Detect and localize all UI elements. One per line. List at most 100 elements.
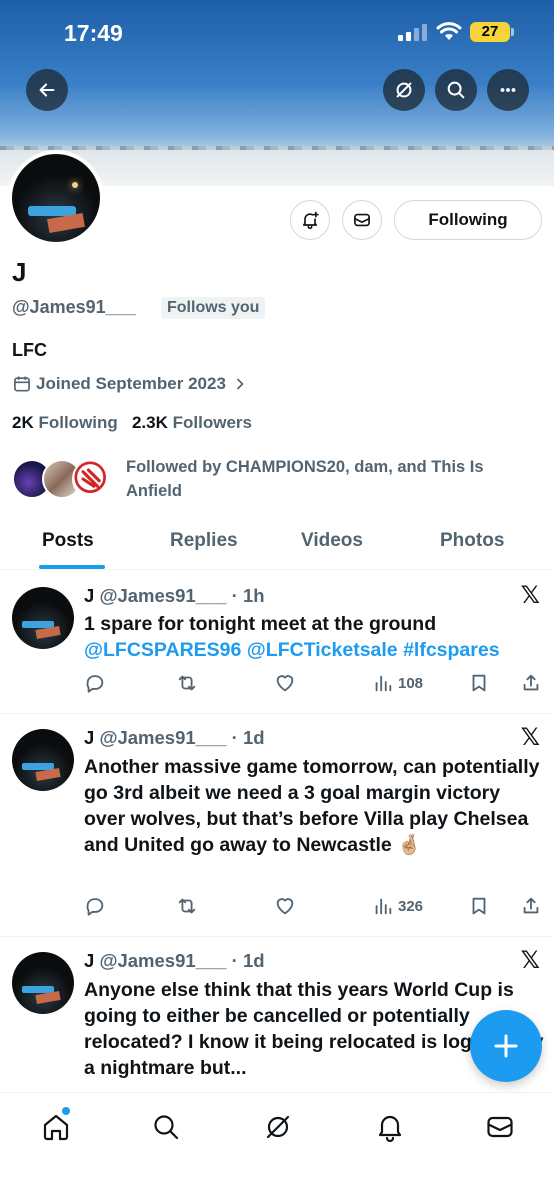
back-button[interactable] (26, 69, 68, 111)
envelope-icon (354, 213, 370, 227)
bell-plus-icon (302, 211, 319, 230)
post-actions: 108 (84, 672, 544, 698)
profile-name: J (12, 257, 27, 287)
following-link[interactable]: 2K Following (12, 413, 118, 432)
this-is-anfield-logo (74, 461, 106, 493)
more-icon (500, 88, 516, 92)
arrow-left-icon (39, 83, 55, 97)
post-text-content: 1 spare for tonight meet at the ground (84, 613, 437, 635)
post-text: Another massive game tomorrow, can poten… (84, 756, 540, 856)
followers-count: 2.3K (131, 413, 168, 432)
post-item[interactable]: J @James91___ · 1h 𝕏 1 spare for tonight… (0, 571, 554, 714)
reply-icon (86, 675, 104, 693)
grok-button[interactable] (383, 69, 425, 111)
bookmark-button[interactable] (468, 895, 490, 917)
share-button[interactable] (520, 895, 542, 917)
share-icon (523, 674, 539, 691)
nav-notifications[interactable] (374, 1111, 406, 1143)
more-button[interactable] (487, 69, 529, 111)
post-avatar[interactable] (12, 952, 74, 1014)
followed-by-text: Followed by CHAMPIONS20, dam, and This I… (126, 458, 484, 500)
post-time: · 1d (231, 727, 265, 748)
envelope-icon (487, 1116, 513, 1138)
search-icon (154, 1115, 179, 1140)
like-button[interactable] (274, 672, 296, 694)
avatar-light (72, 182, 78, 188)
bookmark-icon (472, 897, 486, 915)
wifi-icon (436, 22, 462, 40)
repost-button[interactable] (176, 895, 198, 917)
post-author-name: J (84, 727, 95, 748)
joined-date[interactable]: Joined September 2023 (12, 374, 250, 394)
profile-tabs: Posts Replies Videos Photos (0, 520, 554, 570)
profile-bio: LFC (12, 340, 47, 360)
bookmark-icon (472, 674, 486, 692)
message-button[interactable] (342, 200, 382, 240)
post-links[interactable]: @LFCSPARES96 @LFCTicketsale #lfcspares (84, 637, 544, 663)
tab-videos[interactable]: Videos (301, 530, 363, 552)
nav-grok[interactable] (262, 1111, 294, 1143)
reply-icon (86, 898, 104, 916)
following-button[interactable]: Following (394, 200, 542, 240)
battery-indicator: 27 (470, 22, 514, 42)
post-author-handle: @James91___ (99, 950, 227, 971)
profile-avatar[interactable] (8, 150, 104, 246)
views-button[interactable]: 326 (372, 895, 423, 917)
search-button[interactable] (435, 69, 477, 111)
status-bar: 17:49 27 (0, 0, 554, 64)
post-time: · 1d (231, 950, 265, 971)
post-header: J @James91___ · 1h (84, 585, 265, 607)
post-header: J @James91___ · 1d (84, 950, 265, 972)
repost-button[interactable] (176, 672, 198, 694)
post-author-handle: @James91___ (99, 727, 227, 748)
heart-icon (276, 675, 294, 692)
bell-icon (378, 1115, 402, 1143)
nav-home[interactable] (40, 1107, 72, 1143)
chevron-right-icon (236, 378, 244, 390)
follows-you-badge: Follows you (161, 297, 266, 319)
plus-icon (494, 1034, 518, 1058)
post-header: J @James91___ · 1d (84, 727, 265, 749)
post-author-handle: @James91___ (99, 585, 227, 606)
reply-button[interactable] (84, 895, 106, 917)
tab-posts[interactable]: Posts (42, 530, 94, 552)
status-time: 17:49 (64, 20, 123, 46)
views-count: 326 (398, 897, 424, 915)
x-logo-icon: 𝕏 (520, 946, 540, 974)
views-button[interactable]: 108 (372, 672, 423, 694)
nav-search[interactable] (150, 1111, 182, 1143)
post-item[interactable]: J @James91___ · 1d 𝕏 Anyone else think t… (0, 938, 554, 1092)
post-avatar[interactable] (12, 729, 74, 791)
search-icon (447, 81, 465, 99)
nav-messages[interactable] (484, 1111, 516, 1143)
repost-icon (178, 675, 196, 691)
like-button[interactable] (274, 895, 296, 917)
x-logo-icon: 𝕏 (520, 723, 540, 751)
bottom-nav (0, 1092, 554, 1200)
following-label: Following (38, 413, 118, 432)
share-button[interactable] (520, 672, 542, 694)
calendar-icon (14, 376, 30, 392)
bookmark-button[interactable] (468, 672, 490, 694)
tab-replies[interactable]: Replies (170, 530, 238, 552)
profile-handle: @James91___ (12, 297, 136, 317)
views-icon (375, 898, 392, 915)
followers-link[interactable]: 2.3K Followers (132, 413, 252, 432)
followed-by-row[interactable]: Followed by CHAMPIONS20, dam, and This I… (12, 453, 542, 509)
notifications-button[interactable] (290, 200, 330, 240)
notification-dot (62, 1107, 70, 1115)
post-item[interactable]: J @James91___ · 1d 𝕏 Another massive gam… (0, 715, 554, 937)
reply-button[interactable] (84, 672, 106, 694)
post-author-name: J (84, 950, 95, 971)
views-count: 108 (398, 674, 424, 692)
grok-icon (266, 1115, 290, 1139)
active-tab-indicator (39, 565, 105, 569)
compose-button[interactable] (470, 1010, 542, 1082)
post-author-name: J (84, 585, 95, 606)
post-avatar[interactable] (12, 587, 74, 649)
share-icon (523, 897, 539, 914)
post-text: 1 spare for tonight meet at the ground @… (84, 611, 544, 663)
post-time: · 1h (231, 585, 265, 606)
views-icon (375, 675, 392, 692)
tab-photos[interactable]: Photos (440, 530, 504, 552)
